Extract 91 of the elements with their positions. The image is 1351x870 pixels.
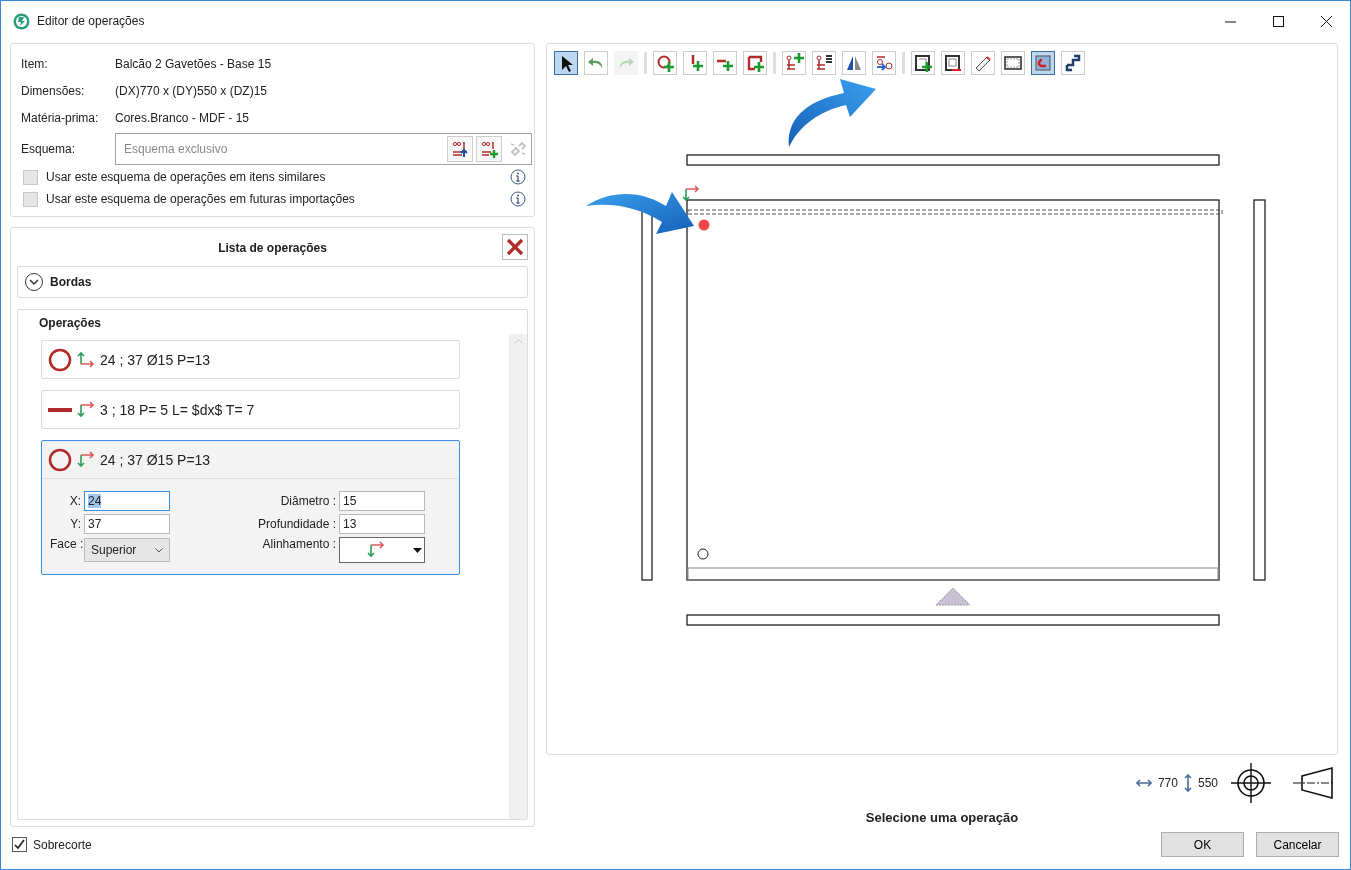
unlink-icon: [509, 139, 527, 158]
alignment-select[interactable]: [339, 537, 425, 563]
schema-field[interactable]: Esquema exclusivo: [115, 132, 532, 165]
add-pocket-icon: [745, 53, 765, 73]
add-horizontal-groove-button[interactable]: [713, 51, 737, 75]
rotate-button[interactable]: [1061, 51, 1085, 75]
hole-icon: [48, 347, 72, 372]
field-label: Y:: [69, 517, 82, 531]
pattern-list-icon: [814, 53, 834, 73]
add-pattern-button[interactable]: [782, 51, 806, 75]
field-label: Dimensões:: [21, 83, 86, 98]
y-input[interactable]: 37: [84, 514, 170, 534]
scrollbar[interactable]: [509, 334, 527, 819]
operation-text: 3 ; 18 P= 5 L= $dx$ T= 7: [100, 401, 255, 418]
field-label: Esquema:: [21, 141, 77, 156]
app-logo-icon: [13, 12, 30, 30]
section-header[interactable]: Bordas: [17, 266, 528, 298]
remove-frame-button[interactable]: [941, 51, 965, 75]
pattern-list-button[interactable]: [812, 51, 836, 75]
move-button[interactable]: [872, 51, 896, 75]
hole-icon: [48, 447, 72, 472]
check-icon: [14, 839, 25, 850]
width-value: 770: [1157, 776, 1178, 790]
rotate-icon: [1063, 53, 1083, 73]
outline-icon: [1003, 53, 1023, 73]
ruler-icon: [973, 53, 993, 73]
checkbox-label: Sobrecorte: [33, 837, 92, 852]
height-arrow-icon: [1183, 774, 1192, 792]
chevron-down-icon: [155, 547, 163, 553]
panel-title: Lista de operações: [218, 241, 327, 255]
groove-icon: [48, 407, 72, 412]
add-schema-icon: [480, 139, 498, 158]
outline-button[interactable]: [1001, 51, 1025, 75]
maximize-icon: [1272, 15, 1284, 27]
field-label: Face :: [50, 537, 84, 551]
operation-item[interactable]: 3 ; 18 P= 5 L= $dx$ T= 7: [41, 390, 460, 429]
field-value: (DX)770 x (DY)550 x (DZ)15: [115, 83, 268, 98]
field-label: Matéria-prima:: [21, 110, 100, 125]
field-value: Cores.Branco - MDF - 15: [115, 110, 250, 125]
group-title: Operações: [39, 316, 103, 332]
target-icon: [1230, 762, 1272, 804]
add-frame-button[interactable]: [911, 51, 935, 75]
checkbox[interactable]: [12, 837, 27, 852]
remove-frame-icon: [943, 53, 963, 73]
status-text: Selecione uma operação: [864, 810, 1020, 827]
add-frame-icon: [913, 53, 933, 73]
load-schema-icon: [451, 139, 469, 158]
pointer-button[interactable]: [554, 51, 578, 75]
operation-text: 24 ; 37 Ø15 P=13: [100, 351, 211, 368]
undo-button[interactable]: [584, 51, 608, 75]
close-icon: [1320, 15, 1332, 27]
option-label: Usar este esquema de operações em futuras importações: [46, 192, 356, 206]
info-icon: [510, 191, 526, 207]
info-icon: [510, 169, 526, 185]
scroll-up-icon: [513, 339, 523, 344]
ruler-button[interactable]: [971, 51, 995, 75]
diameter-input[interactable]: 15: [339, 491, 425, 511]
field-label: X:: [68, 494, 82, 508]
move-icon: [874, 53, 894, 73]
add-pattern-icon: [784, 53, 804, 73]
operation-item[interactable]: 24 ; 37 Ø15 P=13: [41, 340, 460, 379]
cancel-button[interactable]: Cancelar: [1256, 832, 1339, 857]
close-list-button[interactable]: [502, 234, 528, 260]
schema-input[interactable]: Esquema exclusivo: [122, 140, 444, 157]
field-label: Item:: [21, 56, 49, 71]
operation-text: 24 ; 37 Ø15 P=13: [100, 451, 211, 468]
field-value: Balcão 2 Gavetões - Base 15: [115, 56, 272, 71]
caret-icon: [413, 547, 422, 553]
depth-input[interactable]: 13: [339, 514, 425, 534]
add-hole-icon: [655, 53, 675, 73]
operation-item[interactable]: 24 ; 37 Ø15 P=13 X: 24 Diâmetro : 15 Y: 37 Profundidade : 13 Face : Superior Alinhamento :: [41, 440, 460, 575]
ok-button[interactable]: OK: [1161, 832, 1244, 857]
add-hole-button[interactable]: [653, 51, 677, 75]
cone-view-icon: [1292, 766, 1334, 800]
add-vertical-groove-button[interactable]: [683, 51, 707, 75]
face-select[interactable]: Superior: [84, 538, 170, 562]
magnet-icon: [1033, 53, 1053, 73]
add-schema-button[interactable]: [476, 135, 502, 162]
field-label: Profundidade :: [258, 517, 338, 531]
load-schema-button[interactable]: [447, 135, 473, 162]
field-label: Diâmetro :: [279, 494, 337, 508]
field-label: Alinhamento :: [261, 537, 337, 551]
window-title: Editor de operações: [37, 14, 146, 28]
width-arrow-icon: [1135, 779, 1152, 787]
magnet-button[interactable]: [1031, 51, 1055, 75]
height-value: 550: [1197, 776, 1218, 790]
mirror-button[interactable]: [842, 51, 866, 75]
add-pocket-button[interactable]: [743, 51, 767, 75]
x-input[interactable]: 24: [84, 491, 170, 511]
option-label: Usar este esquema de operações em itens similares: [46, 170, 327, 184]
close-icon: [506, 238, 524, 256]
